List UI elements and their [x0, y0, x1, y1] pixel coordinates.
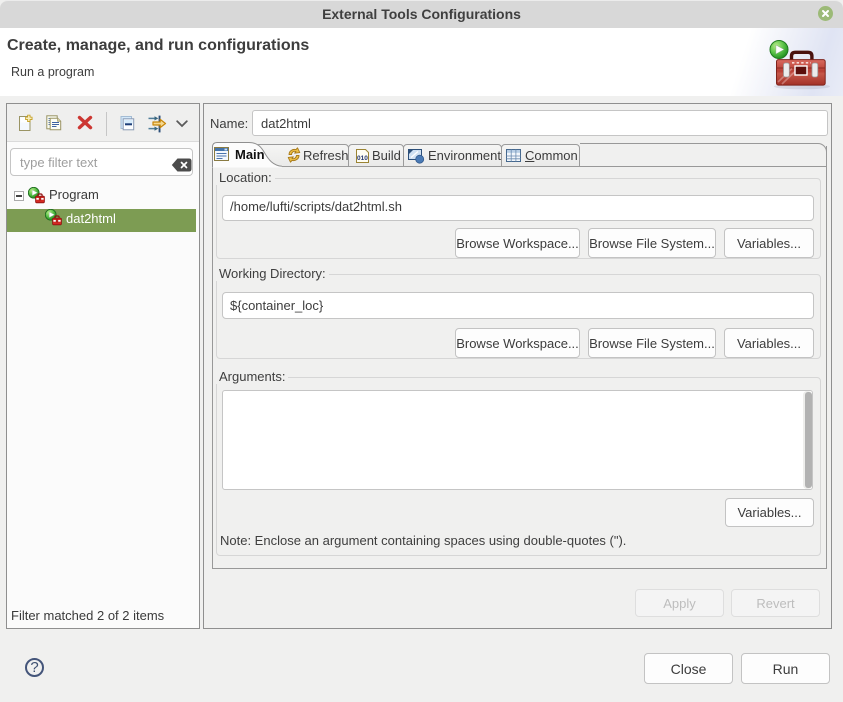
- svg-text:010: 010: [357, 155, 368, 162]
